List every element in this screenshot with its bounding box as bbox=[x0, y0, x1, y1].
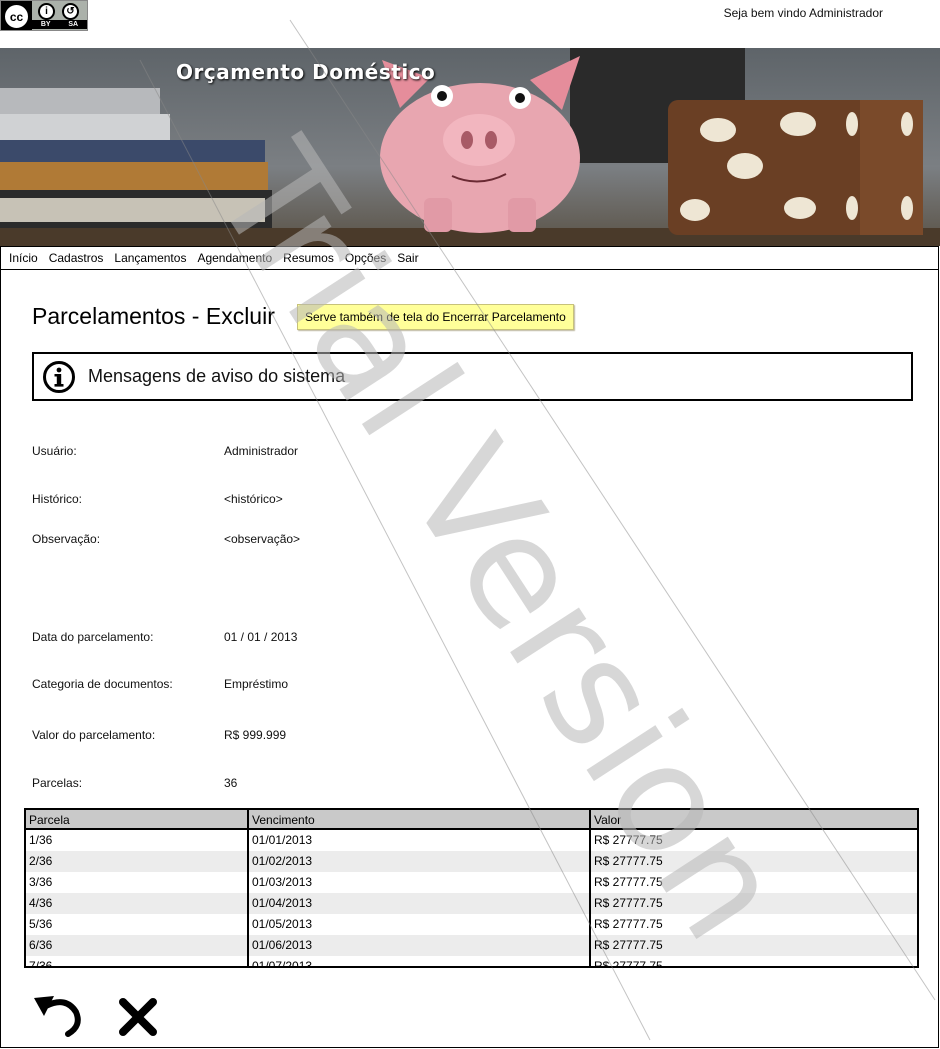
cell-parcela: 3/36 bbox=[29, 875, 53, 889]
cell-parcela: 6/36 bbox=[29, 938, 53, 952]
cc-icon: cc bbox=[3, 3, 30, 30]
nav-item-cadastros[interactable]: Cadastros bbox=[49, 251, 104, 265]
historico-value: <histórico> bbox=[224, 492, 283, 506]
info-icon bbox=[43, 360, 75, 393]
nav-item-resumos[interactable]: Resumos bbox=[283, 251, 334, 265]
valor-parcelamento-value: R$ 999.999 bbox=[224, 728, 287, 742]
cell-vencimento: 01/03/2013 bbox=[252, 875, 313, 889]
data-parcelamento-value: 01 / 01 / 2013 bbox=[224, 630, 298, 644]
observacao-value: <observação> bbox=[224, 532, 301, 546]
usuario-label: Usuário: bbox=[32, 444, 77, 458]
parcelas-value: 36 bbox=[224, 776, 238, 790]
cell-parcela: 2/36 bbox=[29, 854, 53, 868]
license-tag-sa: SA bbox=[68, 21, 79, 28]
attribution-icon: i bbox=[38, 3, 55, 20]
cell-vencimento: 01/06/2013 bbox=[252, 938, 313, 952]
table-row[interactable]: 4/36 01/04/2013 R$ 27777.75 bbox=[26, 893, 917, 914]
cell-parcela: 5/36 bbox=[29, 917, 53, 931]
valor-parcelamento-label: Valor do parcelamento: bbox=[32, 728, 156, 742]
parcelas-label: Parcelas: bbox=[32, 776, 83, 790]
cell-parcela: 1/36 bbox=[29, 833, 53, 847]
table-row[interactable]: 1/36 01/01/2013 R$ 27777.75 bbox=[26, 830, 917, 851]
main-nav: Início Cadastros Lançamentos Agendamento… bbox=[0, 246, 939, 270]
delete-button[interactable] bbox=[117, 996, 159, 1043]
column-header-parcela[interactable]: Parcela bbox=[29, 810, 70, 830]
back-button[interactable] bbox=[32, 992, 84, 1043]
cell-vencimento: 01/04/2013 bbox=[252, 896, 313, 910]
welcome-message: Seja bem vindo Administrador bbox=[723, 6, 883, 20]
data-parcelamento-label: Data do parcelamento: bbox=[32, 630, 154, 644]
table-row[interactable]: 2/36 01/02/2013 R$ 27777.75 bbox=[26, 851, 917, 872]
cell-vencimento: 01/05/2013 bbox=[252, 917, 313, 931]
table-row[interactable]: 6/36 01/06/2013 R$ 27777.75 bbox=[26, 935, 917, 956]
cell-parcela: 7/36 bbox=[29, 959, 53, 968]
categoria-value: Empréstimo bbox=[224, 677, 289, 691]
system-message-box: Mensagens de aviso do sistema bbox=[32, 352, 913, 401]
cell-vencimento: 01/01/2013 bbox=[252, 833, 313, 847]
historico-label: Histórico: bbox=[32, 492, 83, 506]
page-title: Parcelamentos - Excluir bbox=[32, 303, 275, 329]
app-title: Orçamento Doméstico bbox=[176, 60, 436, 84]
banner-image: Orçamento Doméstico bbox=[0, 48, 940, 246]
system-message: Mensagens de aviso do sistema bbox=[88, 366, 346, 386]
observacao-label: Observação: bbox=[32, 532, 101, 546]
share-alike-icon: ↺ bbox=[62, 3, 79, 20]
installments-table[interactable]: Parcela Vencimento Valor 1/36 01/01/2013… bbox=[24, 808, 919, 968]
sticky-note: Serve também de tela do Encerrar Parcela… bbox=[297, 304, 574, 330]
cell-valor: R$ 27777.75 bbox=[594, 854, 663, 868]
column-divider bbox=[247, 810, 249, 966]
nav-item-lancamentos[interactable]: Lançamentos bbox=[114, 251, 186, 265]
table-header: Parcela Vencimento Valor bbox=[26, 810, 917, 830]
license-tag-by: BY bbox=[40, 21, 51, 28]
nav-item-agendamento[interactable]: Agendamento bbox=[197, 251, 272, 265]
cell-valor: R$ 27777.75 bbox=[594, 896, 663, 910]
close-icon bbox=[119, 998, 157, 1036]
banner-illustration bbox=[0, 48, 940, 246]
column-header-valor[interactable]: Valor bbox=[594, 810, 621, 830]
table-row[interactable]: 3/36 01/03/2013 R$ 27777.75 bbox=[26, 872, 917, 893]
license-badge: cc i ↺ BY SA bbox=[0, 0, 88, 31]
cell-valor: R$ 27777.75 bbox=[594, 917, 663, 931]
undo-icon bbox=[34, 996, 81, 1037]
cell-valor: R$ 27777.75 bbox=[594, 959, 663, 968]
nav-item-sair[interactable]: Sair bbox=[397, 251, 418, 265]
table-row[interactable]: 7/36 01/07/2013 R$ 27777.75 bbox=[26, 956, 917, 968]
cell-vencimento: 01/02/2013 bbox=[252, 854, 313, 868]
categoria-label: Categoria de documentos: bbox=[32, 677, 173, 691]
cell-parcela: 4/36 bbox=[29, 896, 53, 910]
usuario-value: Administrador bbox=[224, 444, 299, 458]
cell-vencimento: 01/07/2013 bbox=[252, 959, 313, 968]
column-header-vencimento[interactable]: Vencimento bbox=[252, 810, 315, 830]
nav-item-opcoes[interactable]: Opções bbox=[345, 251, 386, 265]
cell-valor: R$ 27777.75 bbox=[594, 938, 663, 952]
cell-valor: R$ 27777.75 bbox=[594, 875, 663, 889]
column-divider bbox=[589, 810, 591, 966]
cell-valor: R$ 27777.75 bbox=[594, 833, 663, 847]
table-row[interactable]: 5/36 01/05/2013 R$ 27777.75 bbox=[26, 914, 917, 935]
nav-item-inicio[interactable]: Início bbox=[9, 251, 38, 265]
